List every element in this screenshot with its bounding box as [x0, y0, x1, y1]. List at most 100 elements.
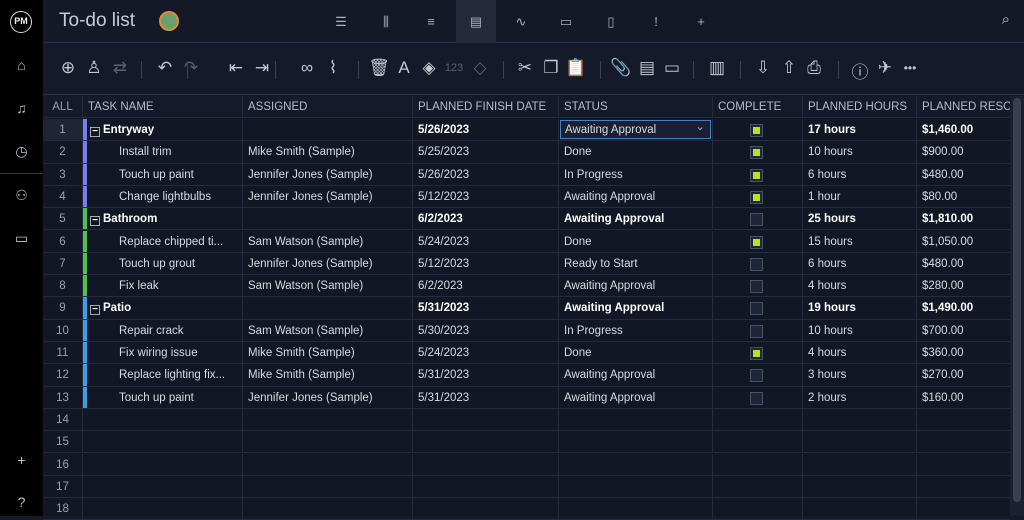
fill-color-icon[interactable]: ◈	[418, 58, 440, 78]
planned-hours-cell[interactable]	[803, 475, 917, 498]
number-format-icon[interactable]: 123	[443, 62, 465, 74]
send-icon[interactable]: ✈	[874, 58, 896, 78]
assigned-cell[interactable]: Jennifer Jones (Sample)	[243, 386, 413, 408]
finish-date-cell[interactable]: 5/12/2023	[413, 252, 559, 275]
task-row[interactable]: 3 Touch up paint Jennifer Jones (Sample) 5/…	[43, 163, 1010, 186]
row-number[interactable]: 8	[43, 275, 83, 297]
list-view-icon[interactable]: ☰	[321, 0, 361, 43]
group-row[interactable]: 1− Entryway 5/26/2023 Awaiting Approval ⌄ 17 …	[43, 119, 1010, 142]
planned-hours-cell[interactable]: 6 hours	[803, 252, 917, 275]
finish-date-cell[interactable]: 5/24/2023	[413, 342, 559, 364]
complete-checkbox[interactable]	[750, 124, 763, 137]
status-cell[interactable]: Awaiting Approval	[559, 386, 713, 408]
row-number[interactable]: 13	[43, 386, 83, 408]
planned-hours-cell[interactable]: 10 hours	[803, 141, 917, 163]
finish-date-cell[interactable]: 5/30/2023	[413, 319, 559, 341]
group-row[interactable]: 5− Bathroom 6/2/2023 Awaiting Approval 25 ho…	[43, 208, 1010, 231]
row-number[interactable]: 14	[43, 408, 83, 431]
finish-date-cell[interactable]	[413, 498, 559, 520]
board-view-icon[interactable]: ⫼	[366, 0, 406, 43]
planned-hours-cell[interactable]: 3 hours	[803, 364, 917, 386]
row-number[interactable]: 16	[43, 453, 83, 475]
planned-hours-cell[interactable]: 19 hours	[803, 297, 917, 319]
scrollbar-thumb[interactable]	[1013, 98, 1021, 502]
assigned-cell[interactable]	[243, 119, 413, 141]
planned-hours-cell[interactable]: 6 hours	[803, 163, 917, 185]
complete-checkbox[interactable]	[750, 168, 763, 182]
add-view-icon[interactable]: +	[681, 0, 721, 43]
task-name[interactable]	[83, 475, 243, 498]
status-cell[interactable]	[559, 475, 713, 498]
assigned-cell[interactable]: Mike Smith (Sample)	[243, 342, 413, 364]
task-name[interactable]: − Patio	[83, 297, 243, 319]
collapse-icon[interactable]: −	[90, 127, 100, 137]
complete-checkbox[interactable]	[750, 257, 763, 271]
status-cell[interactable]	[559, 431, 713, 453]
planned-hours-cell[interactable]: 4 hours	[803, 275, 917, 297]
column-header[interactable]: COMPLETE	[713, 96, 803, 117]
planned-resources-cell[interactable]: $80.00	[917, 186, 1010, 207]
task-name[interactable]: − Entryway	[83, 119, 243, 141]
empty-row[interactable]: 18	[43, 498, 1010, 520]
row-number[interactable]: 4	[43, 185, 83, 208]
search-icon[interactable]: ⌕	[1002, 11, 1010, 28]
assigned-cell[interactable]: Sam Watson (Sample)	[243, 230, 413, 252]
planned-hours-cell[interactable]	[803, 498, 917, 520]
finish-date-cell[interactable]: 5/31/2023	[413, 364, 559, 386]
dashboard-view-icon[interactable]: ∿	[501, 0, 541, 43]
planned-resources-cell[interactable]: $160.00	[917, 387, 1010, 408]
assigned-cell[interactable]: Mike Smith (Sample)	[243, 141, 413, 163]
status-cell[interactable]: Done	[559, 342, 713, 364]
assigned-cell[interactable]	[243, 408, 413, 431]
task-name[interactable]: Change lightbulbs	[83, 185, 243, 208]
row-number[interactable]: 18	[43, 498, 83, 520]
planned-hours-cell[interactable]: 25 hours	[803, 208, 917, 230]
home-icon[interactable]: ⌂	[0, 57, 43, 73]
status-cell[interactable]	[559, 408, 713, 431]
finish-date-cell[interactable]: 6/2/2023	[413, 208, 559, 230]
finish-date-cell[interactable]: 5/12/2023	[413, 185, 559, 208]
collapse-icon[interactable]: −	[90, 305, 100, 316]
row-number[interactable]: 7	[43, 252, 83, 275]
finish-date-cell[interactable]: 5/26/2023	[413, 163, 559, 185]
finish-date-cell[interactable]: 5/31/2023	[413, 297, 559, 319]
milestone-icon[interactable]: ◇	[469, 58, 491, 78]
group-row[interactable]: 9− Patio 5/31/2023 Awaiting Approval 19 hour…	[43, 297, 1010, 320]
row-number[interactable]: 2	[43, 141, 83, 163]
row-number[interactable]: 11	[43, 342, 83, 364]
info-icon[interactable]: ⓘ	[849, 58, 871, 83]
task-row[interactable]: 8 Fix leak Sam Watson (Sample) 6/2/2023 Awai…	[43, 275, 1010, 298]
planned-resources-cell[interactable]: $1,810.00	[917, 208, 1010, 229]
status-cell[interactable]: Awaiting Approval ⌄	[559, 119, 713, 141]
row-number[interactable]: 3	[43, 163, 83, 185]
planned-resources-cell[interactable]	[917, 454, 1010, 475]
outdent-icon[interactable]: ⇤	[225, 58, 247, 78]
row-number[interactable]: 10	[43, 319, 83, 341]
plus-icon[interactable]: +	[0, 452, 43, 468]
finish-date-cell[interactable]	[413, 408, 559, 431]
task-row[interactable]: 11 Fix wiring issue Mike Smith (Sample) 5/2…	[43, 342, 1010, 365]
unlink-icon[interactable]: ⌇	[322, 58, 344, 78]
link-icon[interactable]: ∞	[296, 58, 318, 78]
planned-hours-cell[interactable]	[803, 453, 917, 475]
finish-date-cell[interactable]	[413, 431, 559, 453]
complete-checkbox[interactable]	[750, 347, 763, 360]
empty-row[interactable]: 15	[43, 431, 1010, 454]
text-color-icon[interactable]: A	[393, 58, 415, 78]
print-icon[interactable]: ⎙	[803, 58, 825, 78]
collapse-icon[interactable]: −	[90, 216, 100, 227]
task-name[interactable]	[83, 431, 243, 453]
planned-hours-cell[interactable]: 2 hours	[803, 386, 917, 408]
assigned-cell[interactable]: Jennifer Jones (Sample)	[243, 252, 413, 275]
task-name[interactable]: Touch up paint	[83, 163, 243, 185]
planned-resources-cell[interactable]	[917, 476, 1010, 497]
task-row[interactable]: 10 Repair crack Sam Watson (Sample) 5/30/20…	[43, 319, 1010, 342]
task-name[interactable]: Touch up paint	[83, 386, 243, 408]
task-row[interactable]: 4 Change lightbulbs Jennifer Jones (Sample…	[43, 185, 1010, 209]
columns-icon[interactable]: ▥	[706, 58, 728, 78]
complete-checkbox[interactable]	[750, 391, 763, 405]
planned-resources-cell[interactable]: $1,490.00	[917, 297, 1010, 318]
issues-view-icon[interactable]: !	[636, 0, 676, 43]
assigned-cell[interactable]: Jennifer Jones (Sample)	[243, 185, 413, 208]
comment-icon[interactable]: ▭	[661, 58, 683, 78]
